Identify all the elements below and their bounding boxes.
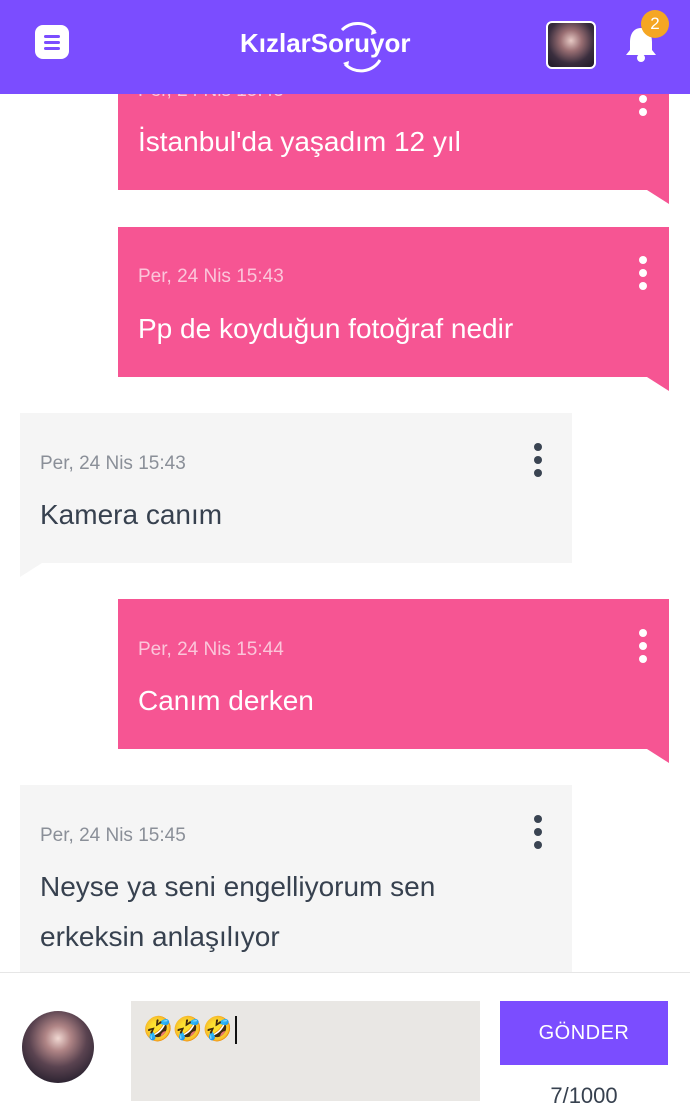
more-vert-icon[interactable] [639,629,647,663]
message-text: Canım derken [138,685,314,716]
message-time: Per, 24 Nis 15:43 [138,266,284,287]
bubble-tail [647,190,669,204]
message-text: erkeksin anlaşılıyor [40,921,280,952]
text-caret [234,1016,237,1044]
message-time: Per, 24 Nis 15:43 [40,453,186,474]
message-input[interactable]: 🤣🤣🤣 [131,1001,480,1101]
message-time: Per, 24 Nis 15:45 [40,825,186,846]
bubble-tail [647,377,669,391]
notification-badge: 2 [641,10,669,38]
char-counter: 7/1000 [550,1083,618,1108]
profile-avatar[interactable] [546,21,596,69]
menu-icon[interactable] [35,25,69,59]
message-bubble: Per, 24 Nis 15:43 Kamera canım [20,413,572,577]
message-text: Pp de koyduğun fotoğraf nedir [138,313,514,344]
message-bubble: Per, 24 Nis 15:43 Pp de koyduğun fotoğra… [118,227,669,391]
bubble-tail [20,563,42,577]
kizlarsoruyor-logo[interactable]: KızlarSoruyor [240,18,450,74]
message-text: Kamera canım [40,499,223,530]
more-vert-icon[interactable] [534,815,542,849]
message-text: İstanbul'da yaşadım 12 yıl [138,126,461,157]
message-text: Neyse ya seni engelliyorum sen [40,871,436,902]
message-input-value: 🤣🤣🤣 [143,1015,233,1043]
bubble-tail [647,749,669,763]
message-bubble: Per, 24 Nis 15:45 Neyse ya seni engelliy… [20,785,572,985]
message-time: Per, 24 Nis 15:44 [138,639,284,660]
message-bubble: Per, 24 Nis 15:44 Canım derken [118,599,669,763]
avatar [22,1011,94,1083]
more-vert-icon[interactable] [639,256,647,290]
logo-text: KızlarSoruyor [240,28,411,58]
more-vert-icon[interactable] [534,443,542,477]
top-app-bar: KızlarSoruyor 2 [0,0,690,94]
send-button[interactable]: GÖNDER [500,1001,668,1065]
message-composer: 🤣🤣🤣 GÖNDER 7/1000 [0,972,690,1108]
